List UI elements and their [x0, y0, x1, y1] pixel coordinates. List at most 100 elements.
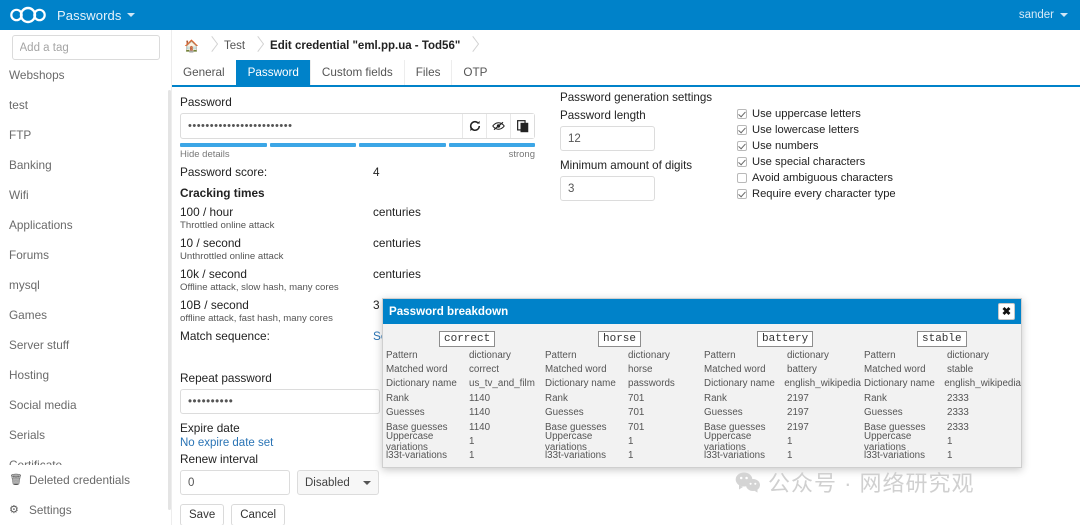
breakdown-row-label: Pattern	[704, 349, 736, 361]
breakdown-row: Pattern dictionary	[701, 348, 861, 362]
sidebar-item-applications[interactable]: Applications	[0, 210, 171, 240]
cracking-time-row: 10 / second centuries	[180, 236, 550, 250]
breakdown-row-value: battery	[787, 364, 817, 376]
sidebar-item-forums[interactable]: Forums	[0, 240, 171, 270]
repeat-password-input[interactable]	[180, 389, 380, 414]
tab-files[interactable]: Files	[403, 60, 452, 85]
sidebar-item-label: mysql	[9, 278, 40, 292]
sidebar-item-mysql[interactable]: mysql	[0, 270, 171, 300]
minimum-digits-input[interactable]	[560, 176, 655, 201]
checkbox-icon[interactable]	[737, 156, 747, 167]
strength-segment	[448, 143, 535, 147]
sidebar-item-wifi[interactable]: Wifi	[0, 180, 171, 210]
tab-bar: General Password Custom fields Files OTP	[172, 60, 1080, 87]
tab-general[interactable]: General	[172, 60, 236, 85]
app-logo[interactable]: Passwords	[8, 6, 136, 24]
tab-otp[interactable]: OTP	[451, 60, 499, 85]
sidebar-item-label: Settings	[29, 503, 72, 517]
checkbox-icon[interactable]	[737, 172, 747, 183]
renew-interval-input[interactable]	[180, 470, 290, 495]
save-button[interactable]: Save	[180, 504, 225, 525]
breakdown-row-value: 1	[469, 450, 475, 462]
watermark: 公众号 · 网络研究观	[735, 466, 975, 498]
tab-label: Files	[415, 66, 441, 79]
cracking-note-row: Throttled online attack	[180, 220, 550, 231]
sidebar-item-ftp[interactable]: FTP	[0, 120, 171, 150]
close-icon[interactable]: ✖	[998, 303, 1015, 320]
breakdown-token: horse	[598, 331, 642, 347]
password-length-input[interactable]	[560, 126, 655, 151]
sidebar-item-games[interactable]: Games	[0, 300, 171, 330]
modal-title: Password breakdown	[389, 305, 509, 318]
checkbox-icon[interactable]	[737, 188, 747, 199]
breakdown-row: Dictionary name english_wikipedia	[701, 377, 861, 391]
breakdown-row-label: Uppercase variations	[704, 430, 752, 453]
breakdown-row-label: Guesses	[704, 407, 743, 419]
sidebar-scrollbar[interactable]	[168, 90, 171, 510]
sidebar-item-label: Forums	[9, 248, 49, 262]
breakdown-column: correct Pattern dictionary Matched word corr…	[383, 330, 542, 463]
checkbox-icon[interactable]	[737, 140, 747, 151]
cracking-rate: 100 / hour	[180, 205, 234, 219]
top-bar: Passwords sander	[0, 0, 1080, 30]
generation-option-require-every-character-type[interactable]: Require every character type	[737, 186, 896, 201]
checkbox-icon[interactable]	[737, 124, 747, 135]
generation-option-use-uppercase-letters[interactable]: Use uppercase letters	[737, 106, 896, 121]
renew-interval-unit-select[interactable]: Disabled	[297, 470, 379, 495]
generation-option-use-special-characters[interactable]: Use special characters	[737, 154, 896, 169]
breakdown-row-value: 1	[787, 436, 793, 448]
breakdown-row-value: english_wikipedia	[944, 378, 1021, 390]
breakdown-row: Uppercase variations 1	[383, 431, 542, 453]
user-menu[interactable]: sander	[1019, 9, 1068, 21]
home-icon[interactable]: 🏠	[182, 39, 201, 53]
tab-label: Password	[247, 66, 299, 79]
breakdown-row-value: 2197	[787, 407, 809, 419]
breakdown-row-label: Dictionary name	[704, 378, 775, 390]
tab-password[interactable]: Password	[235, 60, 310, 85]
cracking-rate: 10 / second	[180, 236, 241, 250]
copy-password-icon[interactable]	[510, 114, 534, 138]
hide-details-link[interactable]: Hide details	[180, 149, 230, 160]
sidebar-item-banking[interactable]: Banking	[0, 150, 171, 180]
cancel-button[interactable]: Cancel	[231, 504, 286, 525]
breakdown-row: Pattern dictionary	[542, 348, 701, 362]
regenerate-password-icon[interactable]	[462, 114, 486, 138]
password-breakdown-modal: Password breakdown ✖ correct Pattern dicti…	[382, 298, 1022, 468]
breakdown-token: correct	[439, 331, 496, 347]
generation-option-use-lowercase-letters[interactable]: Use lowercase letters	[737, 122, 896, 137]
sidebar-item-test[interactable]: test	[0, 90, 171, 120]
sidebar-item-label: Applications	[9, 218, 73, 232]
breakdown-row-value: passwords	[628, 378, 675, 390]
generation-option-use-numbers[interactable]: Use numbers	[737, 138, 896, 153]
toggle-visibility-icon[interactable]	[486, 114, 510, 138]
breakdown-row-value: horse	[628, 364, 653, 376]
breakdown-row-value: 2333	[947, 392, 969, 404]
breakdown-row-value: correct	[469, 364, 499, 376]
breakdown-token: battery	[757, 331, 814, 347]
generation-option-avoid-ambiguous-characters[interactable]: Avoid ambiguous characters	[737, 170, 896, 185]
sidebar-item-settings[interactable]: ⚙ Settings	[0, 495, 171, 525]
sidebar-item-hosting[interactable]: Hosting	[0, 360, 171, 390]
cracking-time-row: 100 / hour centuries	[180, 205, 550, 219]
sidebar-item-social-media[interactable]: Social media	[0, 390, 171, 420]
sidebar-item-deleted-credentials[interactable]: 🗑 Deleted credentials	[0, 465, 171, 495]
breakdown-row-value: dictionary	[628, 349, 670, 361]
wechat-icon	[735, 472, 760, 493]
breakdown-columns: correct Pattern dictionary Matched word corr…	[383, 330, 1021, 463]
checkbox-icon[interactable]	[737, 108, 747, 119]
strength-segment	[180, 143, 267, 147]
sidebar-item-webshops[interactable]: Webshops	[0, 60, 171, 90]
breadcrumb-item-test[interactable]: Test	[222, 40, 247, 52]
sidebar-item-server-stuff[interactable]: Server stuff	[0, 330, 171, 360]
sidebar-item-serials[interactable]: Serials	[0, 420, 171, 450]
breadcrumb-separator-icon	[205, 37, 218, 55]
breakdown-row: Rank 2333	[861, 391, 1021, 405]
sidebar-bottom-section: 🗑 Deleted credentials ⚙ Settings	[0, 465, 171, 525]
sidebar-item-label: Social media	[9, 398, 77, 412]
breakdown-column: horse Pattern dictionary Matched word horse D…	[542, 330, 701, 463]
app-menu-caret-icon[interactable]	[127, 13, 136, 17]
breakdown-row-label: Matched word	[704, 364, 766, 376]
breakdown-row-value: dictionary	[469, 349, 511, 361]
add-tag-input[interactable]	[11, 35, 160, 60]
tab-custom-fields[interactable]: Custom fields	[309, 60, 404, 85]
